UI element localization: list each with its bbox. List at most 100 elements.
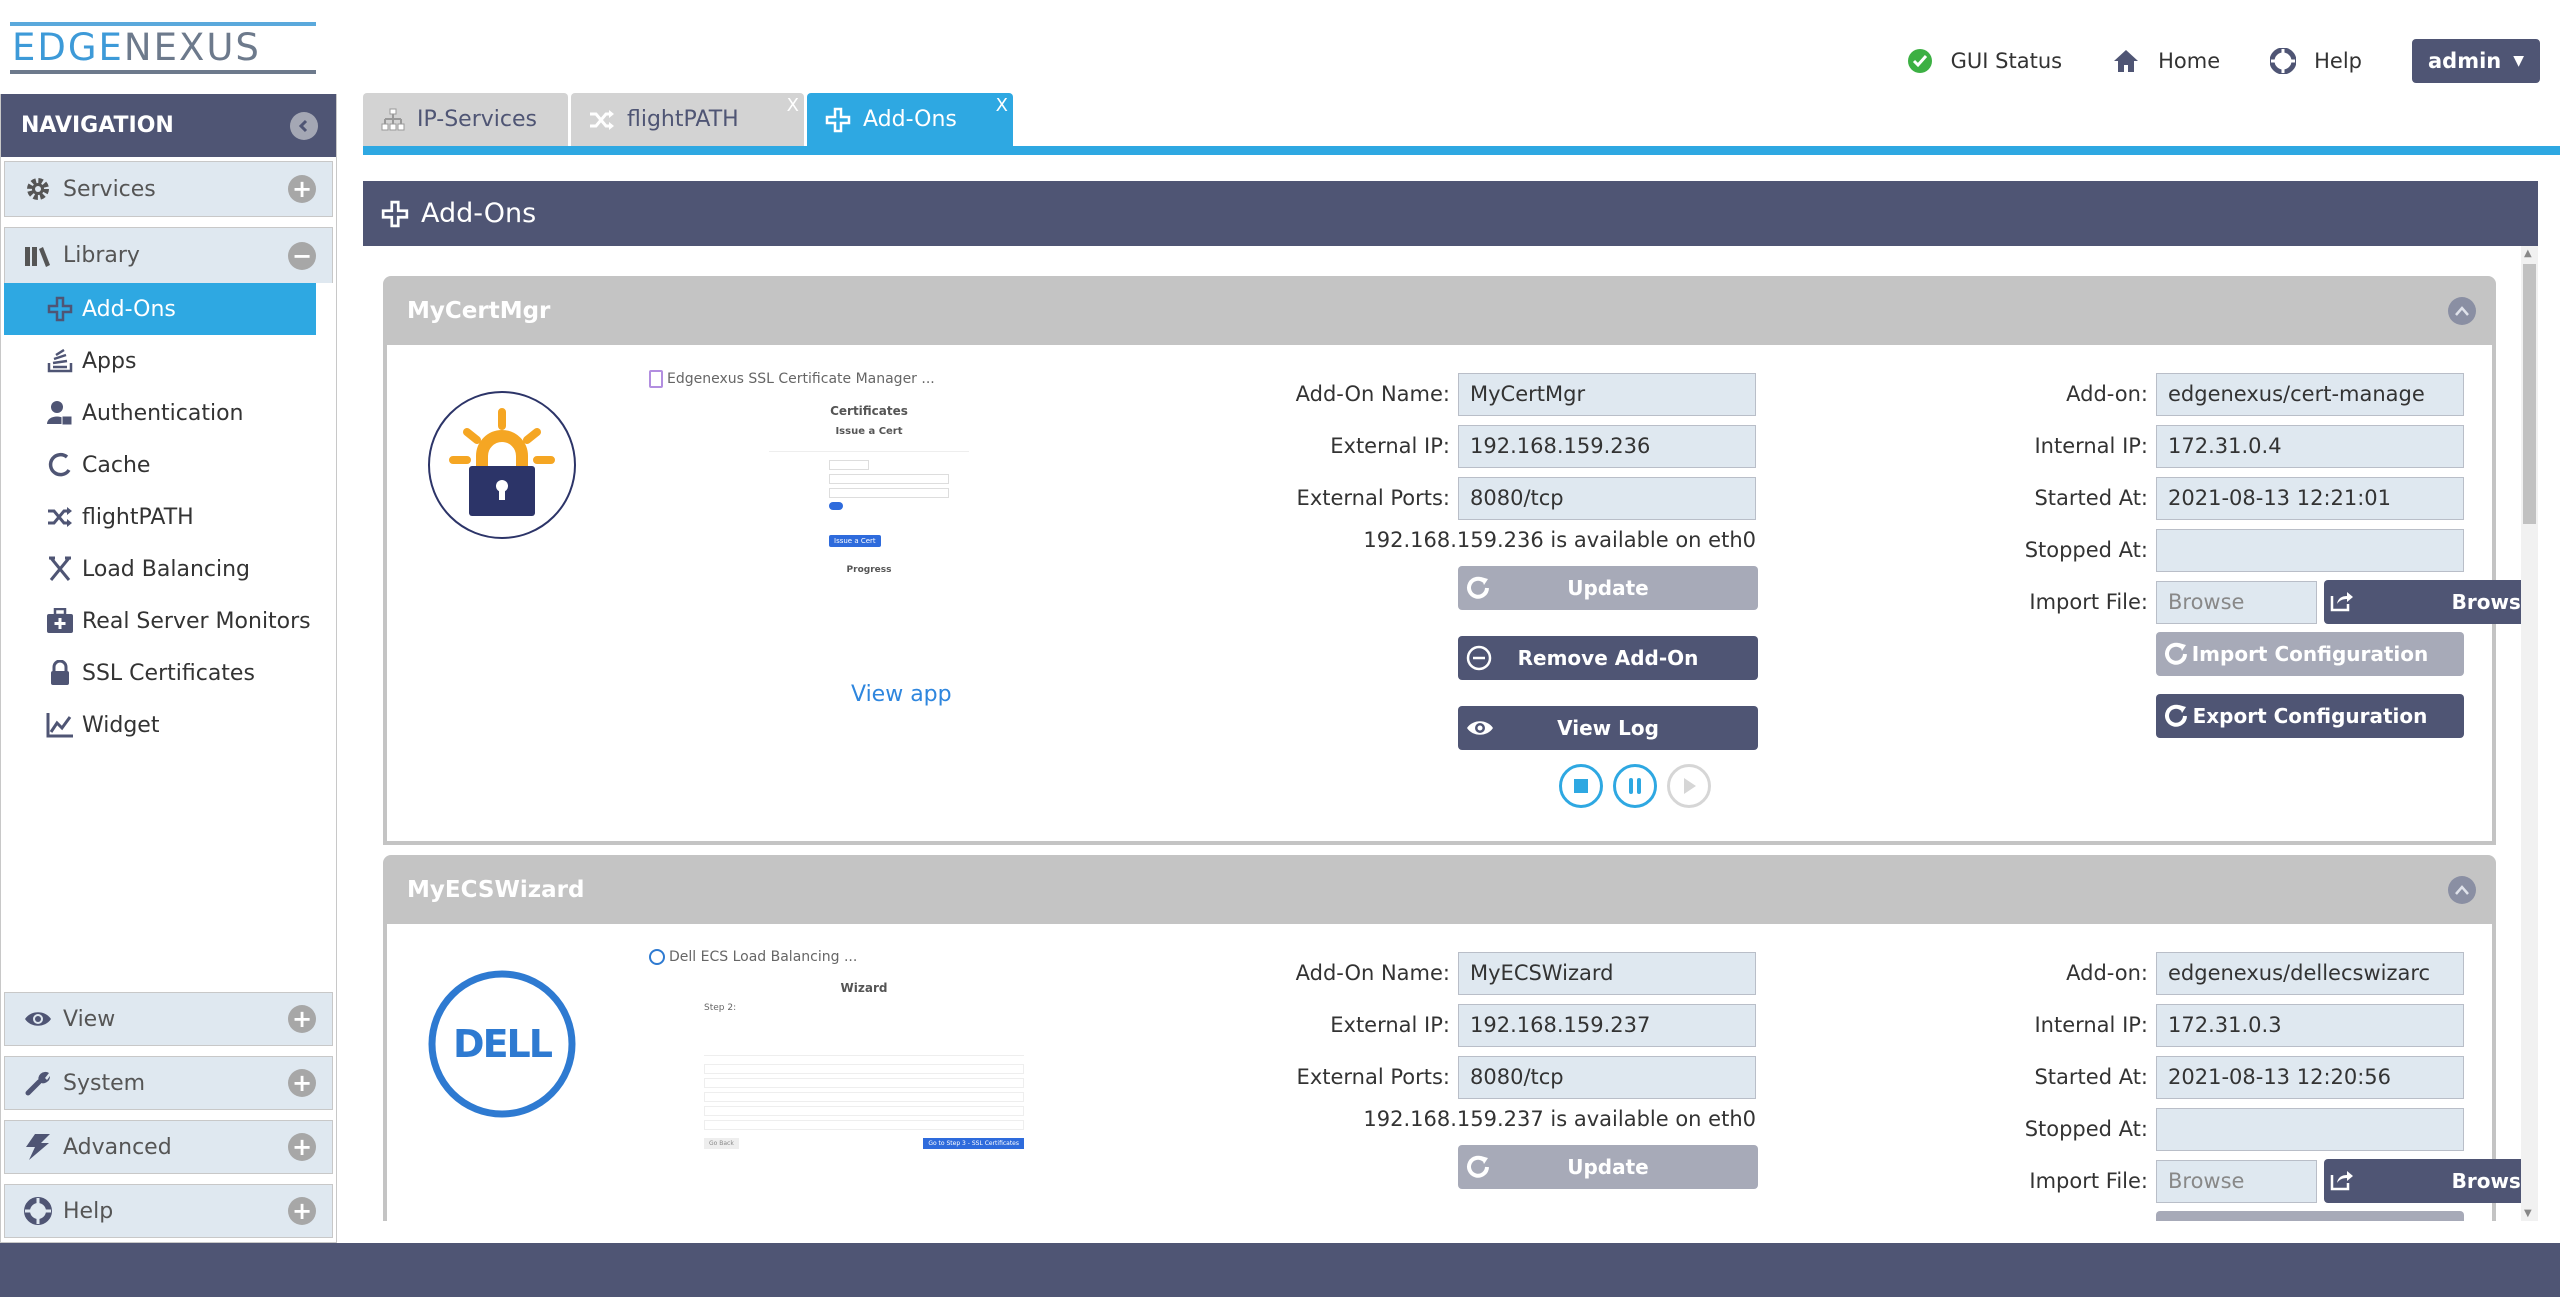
stopped-at-field[interactable] bbox=[2156, 1107, 2464, 1151]
preview-row bbox=[704, 1120, 1024, 1130]
preview-form: Certificates Issue a Cert Issue a Cert P… bbox=[769, 404, 969, 575]
started-at-label: Started At: bbox=[2034, 1065, 2148, 1089]
view-app-link[interactable]: View app bbox=[851, 682, 952, 707]
preview-wizard: Wizard Step 2: Go Back Go to Step 3 - SS… bbox=[704, 981, 1024, 1149]
sidebar-item-cache[interactable]: Cache bbox=[4, 439, 316, 491]
home-link[interactable]: Home bbox=[2112, 48, 2220, 74]
sidebar-section-library[interactable]: Library − bbox=[4, 227, 333, 283]
expand-plus-icon[interactable]: + bbox=[288, 1197, 316, 1225]
started-at-field[interactable]: 2021-08-13 12:21:01 bbox=[2156, 476, 2464, 520]
internal-ip-field[interactable]: 172.31.0.4 bbox=[2156, 424, 2464, 468]
remove-addon-button[interactable]: Remove Add-On bbox=[1458, 636, 1758, 680]
panel-body: MyCertMgr Edgenexus SSL Certificate Mana… bbox=[363, 246, 2538, 1221]
sidebar-item-authentication[interactable]: Authentication bbox=[4, 387, 316, 439]
addon-card-header[interactable]: MyCertMgr bbox=[387, 276, 2492, 345]
sidebar-section-view[interactable]: View + bbox=[4, 992, 333, 1046]
sidebar-item-add-ons[interactable]: Add-Ons bbox=[4, 283, 316, 335]
medkit-icon bbox=[46, 608, 74, 634]
expand-plus-icon[interactable]: + bbox=[288, 175, 316, 203]
help-link[interactable]: Help bbox=[2270, 48, 2362, 74]
share-icon bbox=[2330, 1169, 2354, 1191]
sidebar-section-help[interactable]: Help + bbox=[4, 1184, 333, 1238]
addon-image-field[interactable]: edgenexus/cert-manage bbox=[2156, 372, 2464, 416]
logo-bottom-bar bbox=[10, 70, 316, 74]
sidebar-section-system[interactable]: System + bbox=[4, 1056, 333, 1110]
sidebar-section-system-label: System bbox=[63, 1070, 146, 1096]
sidebar-item-apps[interactable]: Apps bbox=[4, 335, 316, 387]
stopped-at-label: Stopped At: bbox=[2024, 1117, 2148, 1141]
addon-card: MyECSWizard DELL Dell ECS Load Balancing… bbox=[383, 855, 2538, 1221]
addon-info-column: Add-On Name: MyECSWizard External IP: 19… bbox=[1278, 951, 1758, 1189]
scroll-down-icon[interactable]: ▼ bbox=[2524, 1208, 2532, 1219]
import-file-input[interactable]: Browse bbox=[2156, 580, 2317, 624]
external-ip-row: External IP: 192.168.159.236 bbox=[1278, 424, 1758, 468]
tab-flightpath-close-icon[interactable]: X bbox=[787, 95, 799, 116]
collapse-nav-icon[interactable] bbox=[290, 111, 318, 140]
expand-plus-icon[interactable]: + bbox=[288, 1005, 316, 1033]
expand-plus-icon[interactable]: + bbox=[288, 1133, 316, 1161]
stopped-at-field[interactable] bbox=[2156, 528, 2464, 572]
panel-scrollbar[interactable]: ▲ ▼ bbox=[2521, 246, 2538, 1221]
sidebar-item-ssl-certificates[interactable]: SSL Certificates bbox=[4, 647, 316, 699]
external-ports-field[interactable]: 8080/tcp bbox=[1458, 476, 1756, 520]
scroll-up-icon[interactable]: ▲ bbox=[2524, 248, 2532, 259]
play-button[interactable] bbox=[1667, 764, 1711, 808]
started-at-field[interactable]: 2021-08-13 12:20:56 bbox=[2156, 1055, 2464, 1099]
edgenexus-logo[interactable]: EDGENEXUS bbox=[10, 22, 316, 74]
tab-add-ons[interactable]: Add-Ons X bbox=[807, 93, 1013, 146]
preview-field bbox=[829, 488, 949, 498]
internal-ip-row: Internal IP: 172.31.0.4 bbox=[2010, 424, 2538, 468]
chevron-up-icon[interactable] bbox=[2448, 875, 2476, 904]
preview-heading: Certificates bbox=[830, 404, 908, 418]
addon-image-field[interactable]: edgenexus/dellecswizarc bbox=[2156, 951, 2464, 995]
sidebar-item-flightpath[interactable]: flightPATH bbox=[4, 491, 316, 543]
export-configuration-button[interactable]: Export Configuration bbox=[2156, 694, 2464, 738]
update-button[interactable]: Update bbox=[1458, 566, 1758, 610]
pause-button[interactable] bbox=[1613, 764, 1657, 808]
eye-icon bbox=[23, 1010, 53, 1028]
external-ip-field[interactable]: 192.168.159.236 bbox=[1458, 424, 1756, 468]
scrollbar-thumb[interactable] bbox=[2523, 264, 2536, 524]
sitemap-icon bbox=[381, 108, 405, 132]
started-at-label: Started At: bbox=[2034, 486, 2148, 510]
external-ports-field[interactable]: 8080/tcp bbox=[1458, 1055, 1756, 1099]
sidebar-item-widget[interactable]: Widget bbox=[4, 699, 316, 751]
addon-status-column: Add-on: edgenexus/dellecswizarc Internal… bbox=[2010, 951, 2538, 1221]
sidebar-item-real-server-monitors[interactable]: Real Server Monitors bbox=[4, 595, 316, 647]
view-log-button[interactable]: View Log bbox=[1458, 706, 1758, 750]
tab-flightpath[interactable]: flightPATH X bbox=[571, 93, 804, 146]
addon-card-header[interactable]: MyECSWizard bbox=[387, 855, 2492, 924]
availability-text: 192.168.159.236 is available on eth0 bbox=[1363, 528, 1756, 552]
top-links: GUI Status Home Help admin ▼ bbox=[1907, 38, 2540, 84]
sidebar-section-advanced[interactable]: Advanced + bbox=[4, 1120, 333, 1174]
user-menu-button[interactable]: admin ▼ bbox=[2412, 39, 2540, 83]
external-ip-field[interactable]: 192.168.159.237 bbox=[1458, 1003, 1756, 1047]
user-menu-label: admin bbox=[2427, 49, 2502, 73]
browse-button[interactable]: Browse bbox=[2324, 1159, 2538, 1203]
internal-ip-field[interactable]: 172.31.0.3 bbox=[2156, 1003, 2464, 1047]
sidebar-section-services[interactable]: Services + bbox=[4, 161, 333, 217]
external-ports-label: External Ports: bbox=[1296, 486, 1450, 510]
sidebar-section-help-label: Help bbox=[63, 1198, 114, 1224]
import-configuration-button[interactable] bbox=[2156, 1211, 2464, 1221]
sidebar-item-label: Authentication bbox=[82, 400, 244, 426]
sidebar-item-label: Load Balancing bbox=[82, 556, 250, 582]
preview-title-text: Dell ECS Load Balancing ... bbox=[669, 949, 858, 965]
expand-plus-icon[interactable]: + bbox=[288, 1069, 316, 1097]
stop-button[interactable] bbox=[1559, 764, 1603, 808]
addon-name-field[interactable]: MyCertMgr bbox=[1458, 372, 1756, 416]
sidebar-section-library-label: Library bbox=[63, 243, 140, 268]
update-button[interactable]: Update bbox=[1458, 1145, 1758, 1189]
collapse-minus-icon[interactable]: − bbox=[288, 241, 316, 270]
browse-button[interactable]: Browse bbox=[2324, 580, 2538, 624]
addon-name-field[interactable]: MyECSWizard bbox=[1458, 951, 1756, 995]
chevron-up-icon[interactable] bbox=[2448, 296, 2476, 325]
import-configuration-label: Import Configuration bbox=[2191, 642, 2429, 666]
sidebar-item-load-balancing[interactable]: Load Balancing bbox=[4, 543, 316, 595]
tab-ip-services[interactable]: IP-Services bbox=[363, 93, 568, 146]
import-file-input[interactable]: Browse bbox=[2156, 1159, 2317, 1203]
import-configuration-button[interactable]: Import Configuration bbox=[2156, 632, 2464, 676]
sidebar-item-label: Cache bbox=[82, 452, 151, 478]
tab-add-ons-close-icon[interactable]: X bbox=[996, 95, 1008, 116]
gui-status-link[interactable]: GUI Status bbox=[1907, 48, 2062, 74]
